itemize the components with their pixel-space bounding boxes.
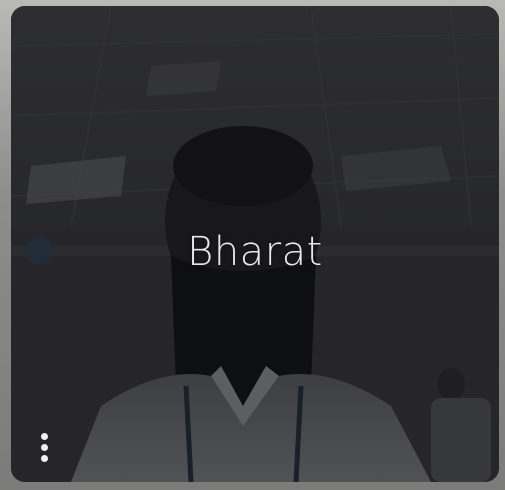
more-options-button[interactable] bbox=[31, 424, 57, 470]
more-vert-icon-dot bbox=[40, 443, 48, 451]
video-grid-background: Bharat bbox=[0, 0, 505, 490]
participant-video-tile[interactable]: Bharat bbox=[11, 6, 499, 482]
participant-name-label: Bharat bbox=[187, 229, 323, 275]
more-vert-icon bbox=[40, 432, 48, 440]
more-vert-icon-dot bbox=[40, 454, 48, 462]
